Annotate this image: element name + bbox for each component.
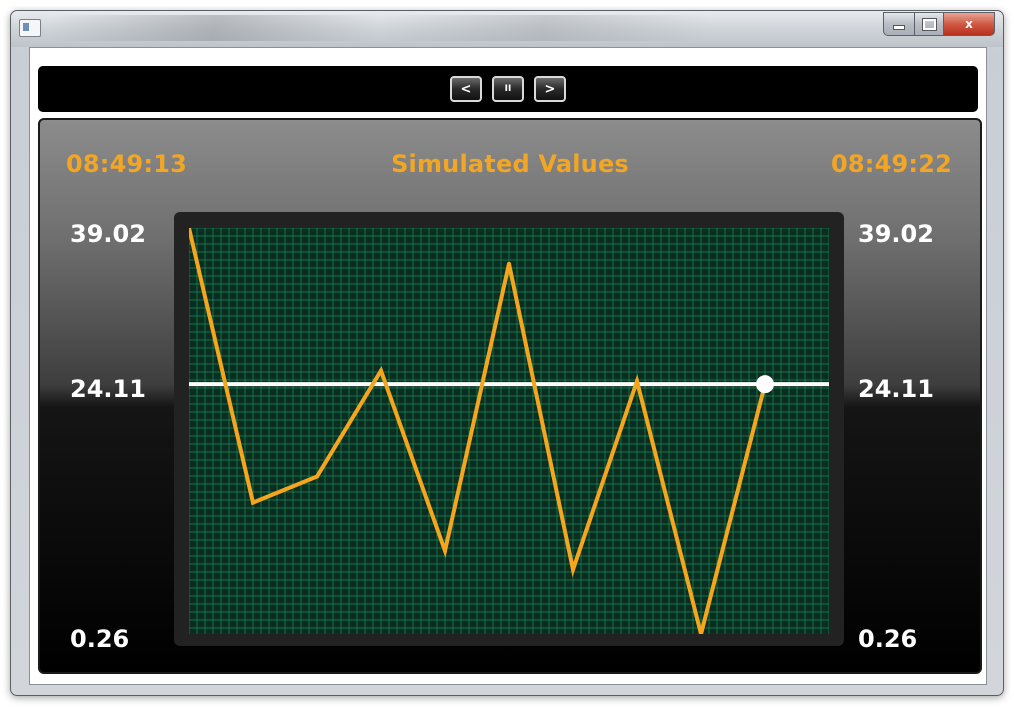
- end-time-label: 08:49:22: [831, 150, 952, 178]
- data-point: [635, 379, 639, 384]
- grid-lines: [189, 228, 829, 634]
- close-button[interactable]: x: [944, 12, 995, 36]
- right-axis-max-label: 39.02: [858, 220, 934, 248]
- client-area: < II > 08:49:13 Simulated Values 08:49:2…: [29, 47, 987, 685]
- title-bar-glare: [51, 15, 871, 41]
- left-axis-mid-label: 24.11: [70, 375, 146, 403]
- plot-frame: [174, 212, 844, 646]
- left-axis-min-label: 0.26: [70, 625, 130, 653]
- data-point: [315, 474, 319, 479]
- data-point: [507, 261, 511, 266]
- next-button[interactable]: >: [534, 76, 566, 102]
- pause-button[interactable]: II: [492, 76, 524, 102]
- close-icon: x: [965, 17, 973, 31]
- maximize-button[interactable]: [915, 12, 944, 36]
- title-bar[interactable]: x: [11, 11, 1003, 47]
- data-point: [443, 548, 447, 553]
- app-window: x < II > 08:49:13 Simulated Values 08:49…: [10, 10, 1004, 696]
- minimize-icon: [893, 24, 905, 30]
- chart-panel: 08:49:13 Simulated Values 08:49:22 39.02…: [38, 118, 982, 674]
- data-point: [379, 368, 383, 373]
- previous-button[interactable]: <: [450, 76, 482, 102]
- right-axis-mid-label: 24.11: [858, 375, 934, 403]
- data-point: [571, 567, 575, 572]
- minimize-button[interactable]: [883, 12, 915, 36]
- playback-toolbar: < II >: [38, 66, 978, 112]
- maximize-icon: [921, 17, 937, 31]
- window-controls: x: [883, 12, 995, 36]
- line-chart: [189, 228, 829, 634]
- right-axis-min-label: 0.26: [858, 625, 918, 653]
- current-value-marker: [756, 375, 774, 394]
- data-point: [251, 500, 255, 505]
- left-axis-max-label: 39.02: [70, 220, 146, 248]
- app-icon[interactable]: [19, 19, 41, 37]
